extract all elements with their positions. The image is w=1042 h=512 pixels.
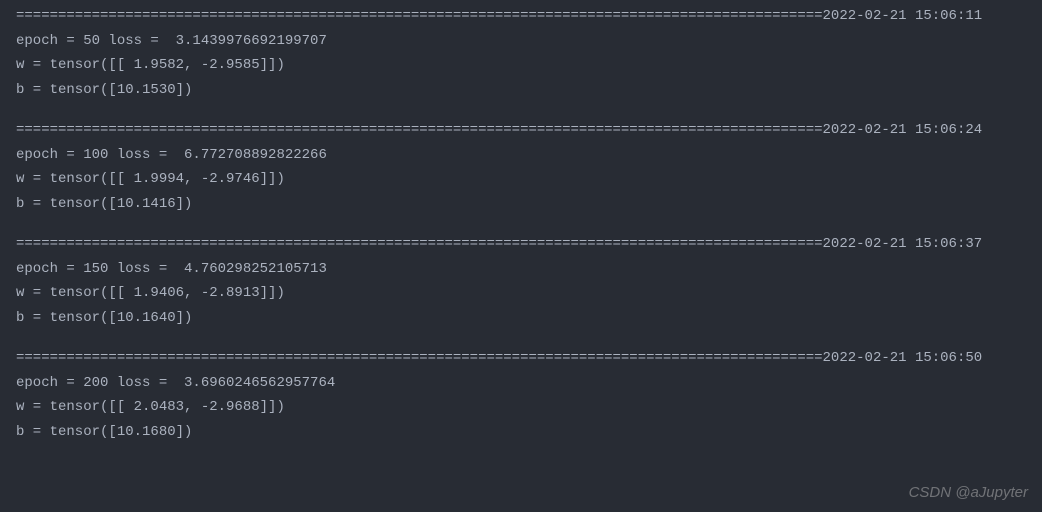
log-line: b = tensor([10.1680]) — [16, 420, 1026, 445]
log-line: w = tensor([[ 1.9582, -2.9585]]) — [16, 53, 1026, 78]
separator-line: ========================================… — [16, 118, 1026, 143]
log-block: ========================================… — [16, 118, 1026, 216]
separator-line: ========================================… — [16, 4, 1026, 29]
separator-line: ========================================… — [16, 232, 1026, 257]
log-line: epoch = 100 loss = 6.772708892822266 — [16, 143, 1026, 168]
log-line: epoch = 150 loss = 4.760298252105713 — [16, 257, 1026, 282]
separator-line: ========================================… — [16, 346, 1026, 371]
log-block: ========================================… — [16, 232, 1026, 330]
log-line: epoch = 200 loss = 3.6960246562957764 — [16, 371, 1026, 396]
log-block: ========================================… — [16, 4, 1026, 102]
log-line: b = tensor([10.1640]) — [16, 306, 1026, 331]
watermark: CSDN @aJupyter — [909, 480, 1028, 506]
log-line: b = tensor([10.1416]) — [16, 192, 1026, 217]
log-line: w = tensor([[ 2.0483, -2.9688]]) — [16, 395, 1026, 420]
log-output: ========================================… — [16, 4, 1026, 444]
log-block: ========================================… — [16, 346, 1026, 444]
log-line: epoch = 50 loss = 3.1439976692199707 — [16, 29, 1026, 54]
log-line: w = tensor([[ 1.9994, -2.9746]]) — [16, 167, 1026, 192]
log-line: w = tensor([[ 1.9406, -2.8913]]) — [16, 281, 1026, 306]
log-line: b = tensor([10.1530]) — [16, 78, 1026, 103]
